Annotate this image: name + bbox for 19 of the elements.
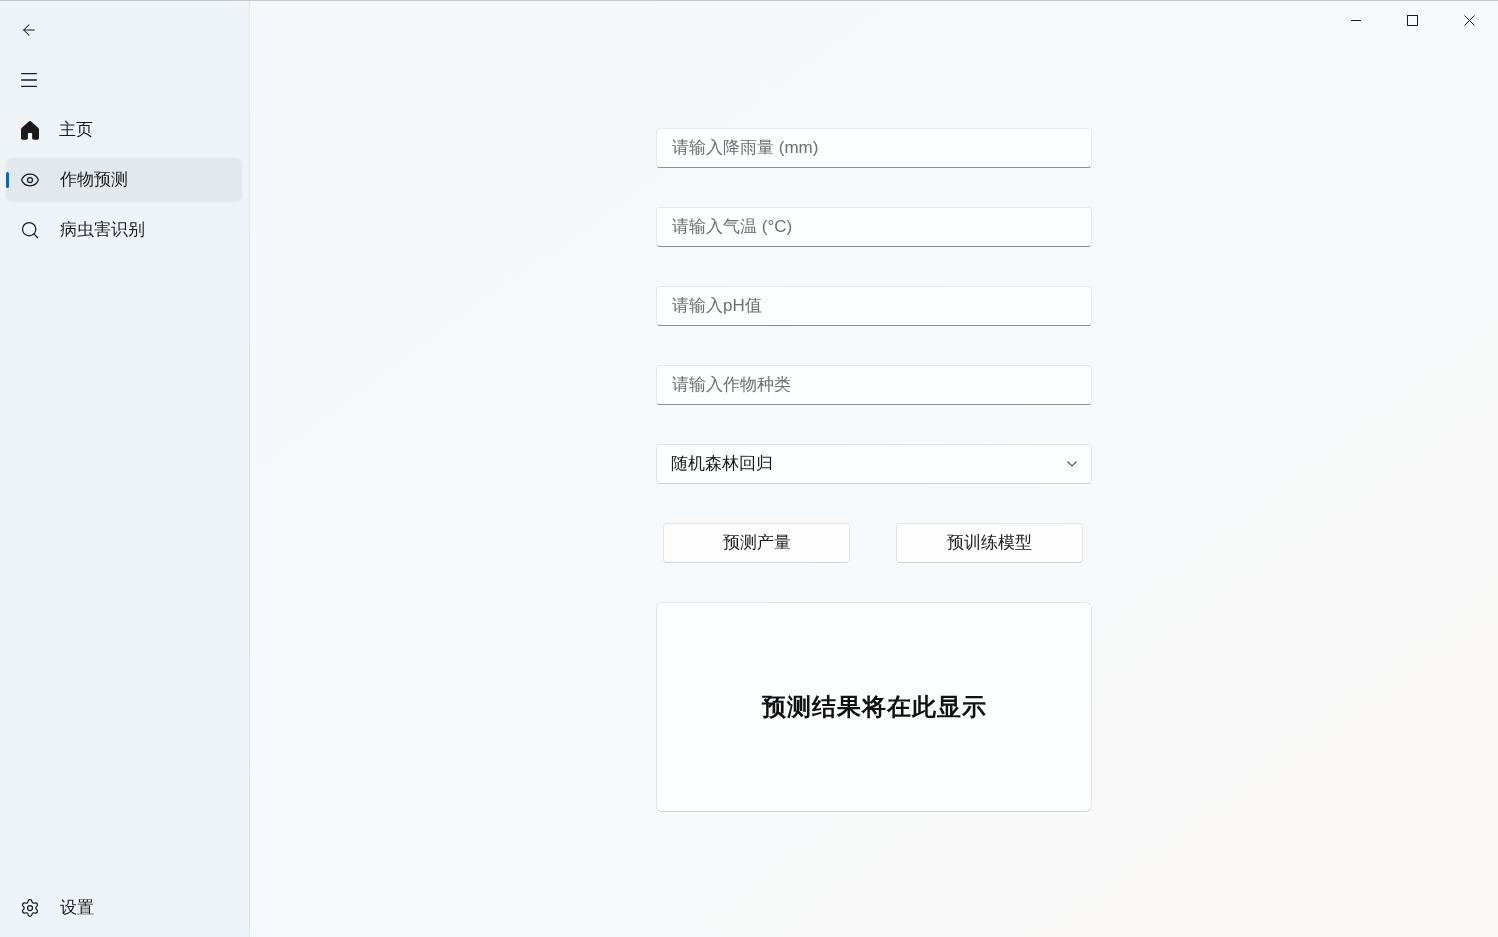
sidebar-item[interactable]: 设置 [6,886,242,930]
settings-icon [20,898,40,918]
input-field[interactable]: 请输入作物种类 [656,365,1092,405]
action-button[interactable]: 预测产量 [663,523,850,563]
close-icon [1464,15,1475,26]
result-text: 预测结果将在此显示 [761,693,987,722]
search-icon [20,220,40,240]
sidebar-item[interactable]: 主页 [6,108,242,152]
chevron-down-icon [1067,461,1077,467]
home-icon [21,120,39,140]
input-field[interactable]: 请输入pH值 [656,286,1092,326]
input-field[interactable]: 请输入气温 (°C) [656,207,1092,247]
action-button[interactable]: 预训练模型 [896,523,1083,563]
maximize-icon [1407,15,1418,26]
sidebar-item[interactable]: 作物预测 [6,158,242,202]
input-field[interactable]: 请输入降雨量 (mm) [656,128,1092,168]
minimize-icon [1350,20,1361,21]
sidebar-item[interactable]: 病虫害识别 [6,208,242,252]
model-dropdown[interactable]: 随机森林回归 [656,444,1092,484]
